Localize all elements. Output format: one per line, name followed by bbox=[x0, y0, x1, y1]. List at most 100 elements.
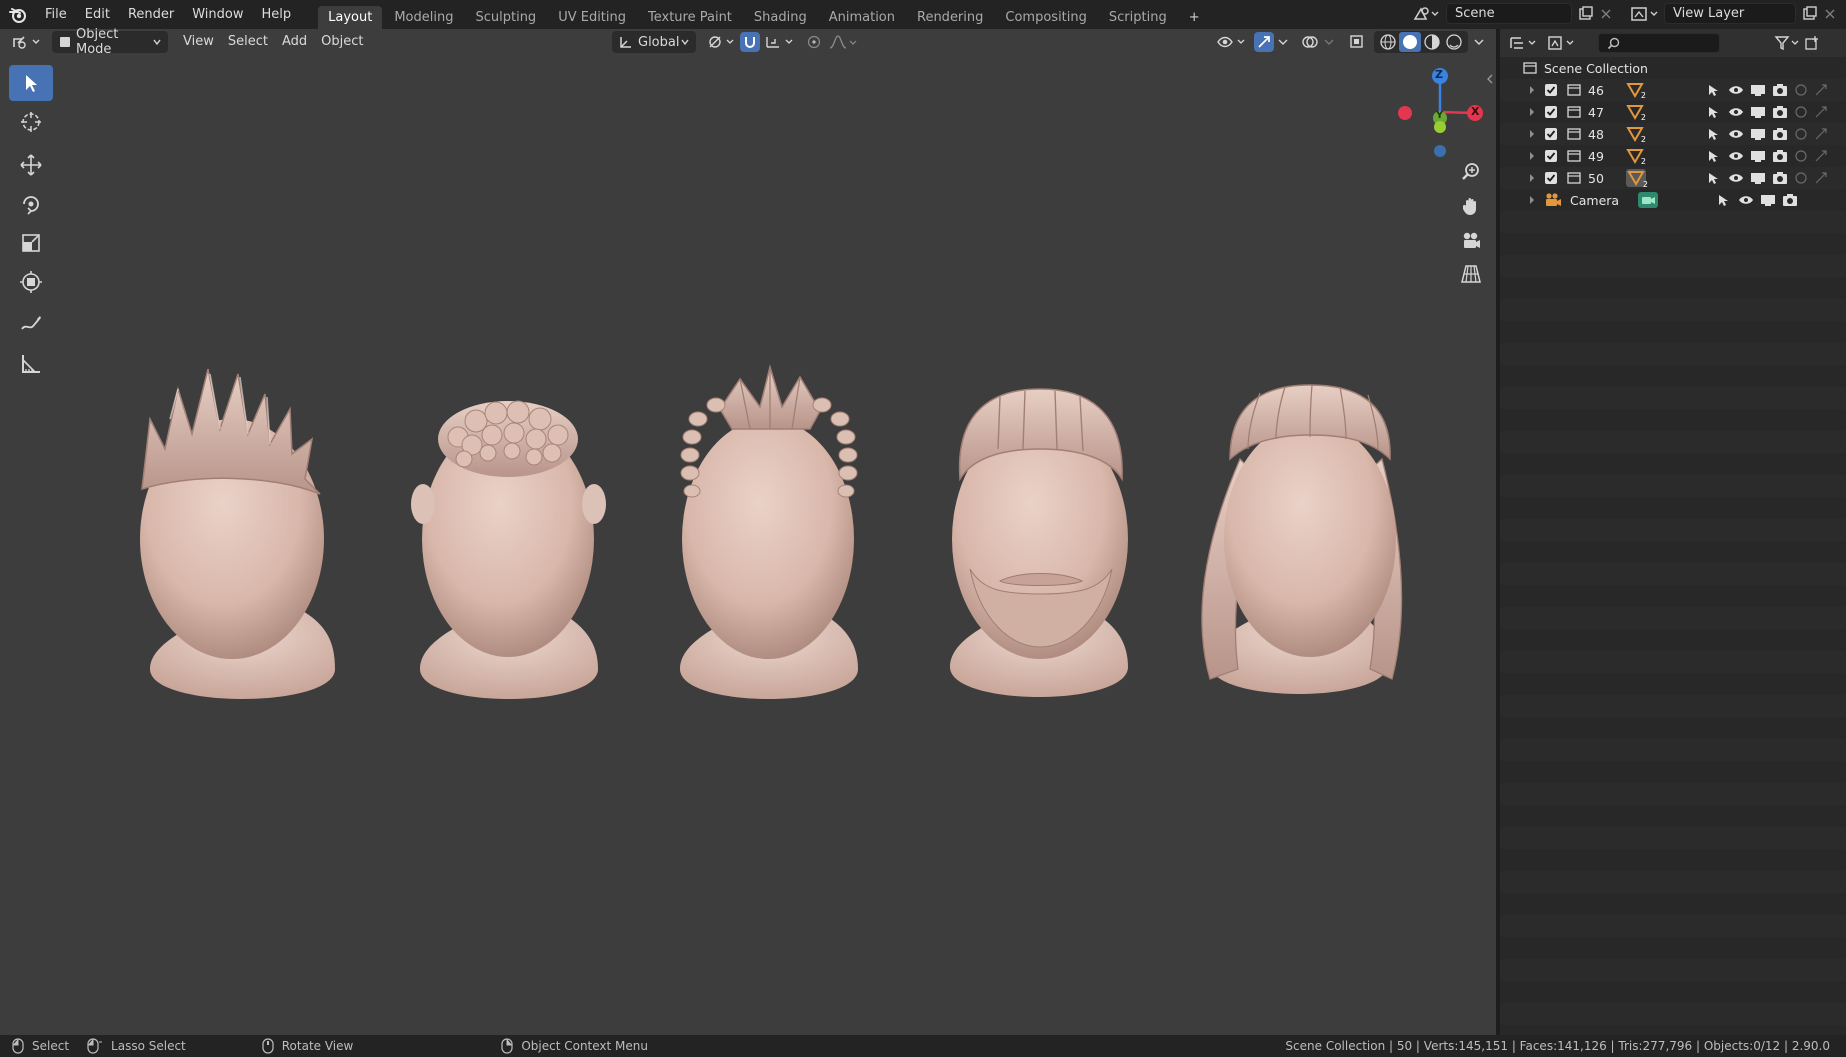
overlays-toggle-icon[interactable] bbox=[1300, 33, 1320, 51]
menu-select[interactable]: Select bbox=[221, 31, 275, 53]
select-box-tool[interactable] bbox=[9, 65, 53, 101]
overlays-menu-icon[interactable] bbox=[1322, 35, 1336, 49]
tab-layout[interactable]: Layout bbox=[318, 6, 383, 29]
tab-uv-editing[interactable]: UV Editing bbox=[548, 6, 636, 29]
visibility-filter-icon[interactable] bbox=[1216, 33, 1248, 51]
holdout-icon[interactable] bbox=[1794, 149, 1808, 163]
transform-orientation-selector[interactable]: Global bbox=[612, 31, 696, 53]
add-workspace-button[interactable]: + bbox=[1179, 6, 1210, 29]
holdout-icon[interactable] bbox=[1794, 127, 1808, 141]
3d-viewport[interactable]: Object Mode View Select Add Object Globa… bbox=[0, 27, 1496, 1035]
indirect-only-icon[interactable] bbox=[1814, 149, 1828, 163]
viewport-monitor-icon[interactable] bbox=[1760, 193, 1776, 207]
tab-shading[interactable]: Shading bbox=[744, 6, 817, 29]
head-model-47[interactable] bbox=[411, 400, 606, 699]
tab-rendering[interactable]: Rendering bbox=[907, 6, 993, 29]
tab-animation[interactable]: Animation bbox=[819, 6, 905, 29]
selectable-icon[interactable] bbox=[1706, 105, 1720, 119]
pan-view-button[interactable] bbox=[1454, 189, 1488, 223]
annotate-tool[interactable] bbox=[9, 307, 53, 343]
tree-item-collection-50[interactable]: 50 2 bbox=[1500, 167, 1846, 189]
mode-selector[interactable]: Object Mode bbox=[52, 27, 168, 57]
measure-tool[interactable] bbox=[9, 346, 53, 382]
proportional-editing-icon[interactable] bbox=[806, 34, 822, 50]
eye-icon[interactable] bbox=[1738, 194, 1754, 206]
menu-help[interactable]: Help bbox=[253, 0, 301, 29]
holdout-icon[interactable] bbox=[1794, 105, 1808, 119]
view-layer-icon[interactable] bbox=[1630, 5, 1660, 23]
head-model-46[interactable] bbox=[140, 368, 335, 699]
gizmo-toggle-icon[interactable] bbox=[1254, 32, 1274, 52]
delete-scene-icon[interactable] bbox=[1600, 8, 1612, 20]
move-tool[interactable] bbox=[9, 147, 53, 183]
solid-shading-icon[interactable] bbox=[1399, 32, 1421, 52]
head-model-49[interactable] bbox=[950, 388, 1128, 697]
viewport-monitor-icon[interactable] bbox=[1750, 127, 1766, 141]
outliner-search-input[interactable] bbox=[1598, 33, 1720, 53]
expand-arrow-icon[interactable] bbox=[1528, 195, 1536, 205]
expand-arrow-icon[interactable] bbox=[1528, 173, 1536, 183]
render-camera-icon[interactable] bbox=[1772, 105, 1788, 119]
toggle-perspective-button[interactable] bbox=[1454, 257, 1488, 291]
view-layer-selector[interactable]: View Layer bbox=[1664, 3, 1796, 24]
checkbox-exclude[interactable] bbox=[1544, 83, 1558, 97]
checkbox-exclude[interactable] bbox=[1544, 149, 1558, 163]
viewport-monitor-icon[interactable] bbox=[1750, 105, 1766, 119]
snap-target-icon[interactable] bbox=[764, 33, 798, 51]
tab-scripting[interactable]: Scripting bbox=[1099, 6, 1177, 29]
tree-item-collection-49[interactable]: 49 2 bbox=[1500, 145, 1846, 167]
viewport-monitor-icon[interactable] bbox=[1750, 149, 1766, 163]
tab-sculpting[interactable]: Sculpting bbox=[465, 6, 546, 29]
eye-icon[interactable] bbox=[1728, 150, 1744, 162]
indirect-only-icon[interactable] bbox=[1814, 127, 1828, 141]
camera-view-button[interactable] bbox=[1454, 223, 1488, 257]
selectable-icon[interactable] bbox=[1716, 193, 1730, 207]
tab-modeling[interactable]: Modeling bbox=[384, 6, 463, 29]
expand-arrow-icon[interactable] bbox=[1528, 129, 1536, 139]
expand-arrow-icon[interactable] bbox=[1528, 85, 1536, 95]
expand-arrow-icon[interactable] bbox=[1528, 151, 1536, 161]
new-collection-icon[interactable] bbox=[1804, 34, 1822, 52]
tree-item-collection-47[interactable]: 47 2 bbox=[1500, 101, 1846, 123]
menu-object[interactable]: Object bbox=[314, 31, 370, 53]
render-camera-icon[interactable] bbox=[1772, 127, 1788, 141]
scene-icon[interactable] bbox=[1412, 5, 1440, 23]
eye-icon[interactable] bbox=[1728, 106, 1744, 118]
gizmo-menu-icon[interactable] bbox=[1276, 35, 1290, 49]
selectable-icon[interactable] bbox=[1706, 83, 1720, 97]
snap-toggle-icon[interactable] bbox=[740, 32, 760, 52]
rendered-shading-icon[interactable] bbox=[1443, 32, 1465, 52]
selectable-icon[interactable] bbox=[1706, 127, 1720, 141]
indirect-only-icon[interactable] bbox=[1814, 83, 1828, 97]
eye-icon[interactable] bbox=[1728, 128, 1744, 140]
render-camera-icon[interactable] bbox=[1772, 171, 1788, 185]
zoom-view-button[interactable] bbox=[1454, 155, 1488, 189]
render-camera-icon[interactable] bbox=[1772, 149, 1788, 163]
head-model-48[interactable] bbox=[680, 364, 858, 699]
menu-render[interactable]: Render bbox=[119, 0, 183, 29]
tab-compositing[interactable]: Compositing bbox=[995, 6, 1097, 29]
editor-type-icon[interactable] bbox=[10, 33, 44, 51]
eye-icon[interactable] bbox=[1728, 84, 1744, 96]
menu-window[interactable]: Window bbox=[183, 0, 252, 29]
wireframe-shading-icon[interactable] bbox=[1377, 32, 1399, 52]
holdout-icon[interactable] bbox=[1794, 171, 1808, 185]
material-shading-icon[interactable] bbox=[1421, 32, 1443, 52]
indirect-only-icon[interactable] bbox=[1814, 105, 1828, 119]
delete-view-layer-icon[interactable] bbox=[1824, 8, 1836, 20]
checkbox-exclude[interactable] bbox=[1544, 105, 1558, 119]
holdout-icon[interactable] bbox=[1794, 83, 1808, 97]
tree-item-collection-48[interactable]: 48 2 bbox=[1500, 123, 1846, 145]
render-camera-icon[interactable] bbox=[1772, 83, 1788, 97]
pivot-point-icon[interactable] bbox=[706, 33, 736, 51]
eye-icon[interactable] bbox=[1728, 172, 1744, 184]
blender-logo-icon[interactable] bbox=[0, 0, 36, 29]
indirect-only-icon[interactable] bbox=[1814, 171, 1828, 185]
viewport-monitor-icon[interactable] bbox=[1750, 171, 1766, 185]
scale-tool[interactable] bbox=[9, 225, 53, 261]
checkbox-exclude[interactable] bbox=[1544, 127, 1558, 141]
tree-item-scene-collection[interactable]: Scene Collection bbox=[1500, 57, 1846, 79]
checkbox-exclude[interactable] bbox=[1544, 171, 1558, 185]
new-view-layer-icon[interactable] bbox=[1802, 5, 1818, 22]
shading-menu-icon[interactable] bbox=[1472, 35, 1486, 49]
